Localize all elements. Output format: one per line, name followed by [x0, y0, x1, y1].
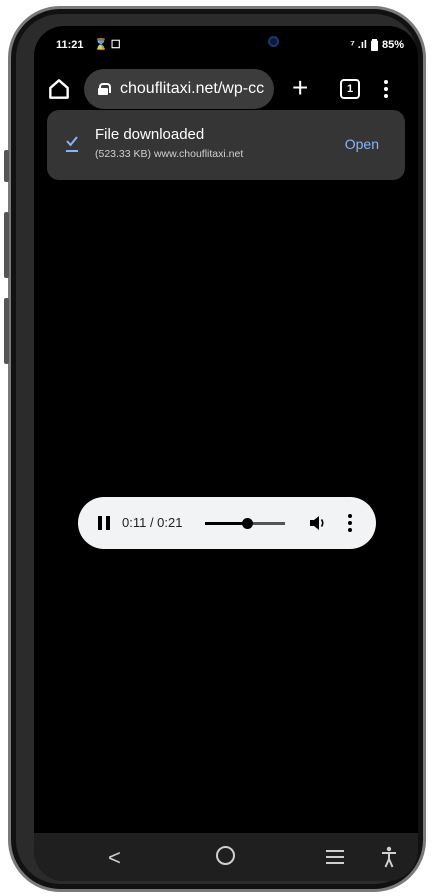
- browser-toolbar: chouflitaxi.net/wp-cc + 1: [34, 66, 418, 112]
- status-time: 11:21: [56, 39, 84, 51]
- back-button[interactable]: <: [108, 845, 121, 871]
- audio-player: 0:11 / 0:21: [78, 497, 376, 549]
- url-text: chouflitaxi.net/wp-cc: [120, 80, 265, 97]
- status-right: ⁷ .ıl 85%: [350, 39, 404, 51]
- pause-button[interactable]: [98, 516, 110, 530]
- seek-progress: [205, 522, 247, 525]
- system-nav-bar: <: [34, 833, 418, 881]
- seek-bar[interactable]: [205, 518, 285, 529]
- volume-icon[interactable]: [309, 515, 327, 531]
- battery-icon: [370, 39, 378, 51]
- camera-notch: [126, 26, 342, 58]
- side-button: [4, 150, 9, 182]
- signal-icon: ⁷ .ıl: [350, 39, 367, 51]
- download-check-icon: [66, 136, 78, 152]
- download-notification: File downloaded (523.33 KB) www.chouflit…: [47, 110, 405, 180]
- browser-menu-button[interactable]: [384, 80, 388, 98]
- download-details: (523.33 KB) www.chouflitaxi.net: [95, 148, 244, 160]
- notification-icons: ⌛ ☐: [94, 39, 121, 51]
- side-button: [4, 212, 9, 278]
- tab-switcher-button[interactable]: 1: [340, 79, 360, 99]
- lock-icon: [98, 83, 111, 95]
- download-title: File downloaded: [95, 126, 205, 143]
- seek-thumb[interactable]: [241, 518, 253, 529]
- home-icon[interactable]: [46, 76, 72, 102]
- side-button: [4, 298, 9, 364]
- address-bar[interactable]: chouflitaxi.net/wp-cc: [84, 69, 274, 109]
- player-options-button[interactable]: [348, 514, 352, 532]
- accessibility-icon[interactable]: [380, 846, 398, 868]
- home-button[interactable]: [216, 846, 235, 865]
- screen: 11:21 ⌛ ☐ ⁷ .ıl 85% chouflitaxi.net/wp-c…: [34, 26, 418, 881]
- open-button[interactable]: Open: [345, 136, 379, 152]
- battery-level: 85%: [381, 39, 404, 51]
- front-camera: [268, 36, 279, 47]
- recents-button[interactable]: [326, 850, 344, 864]
- new-tab-button[interactable]: +: [292, 74, 308, 102]
- playback-time: 0:11 / 0:21: [122, 515, 183, 530]
